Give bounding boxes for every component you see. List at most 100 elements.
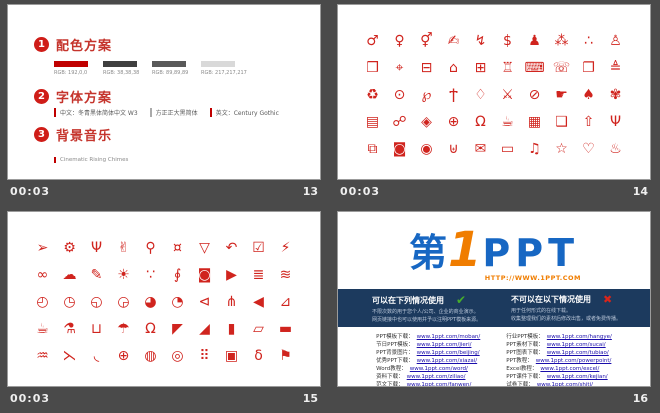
link-row: PPT教程： www.1ppt.com/powerpoint/ (506, 358, 612, 366)
link-url: www.1ppt.com/shiti/ (537, 382, 593, 387)
wifi-icon: ♒ (29, 342, 56, 369)
truck-icon: ⊞ (467, 54, 494, 81)
lock-icon: Ω (467, 108, 494, 135)
water-drops-icon: ⠿ (191, 342, 218, 369)
globe-solid-icon: ◍ (137, 342, 164, 369)
person-dollar-icon: $ (494, 27, 521, 54)
speaker-icon: ◀ (245, 288, 272, 315)
team-icon: ⁂ (548, 27, 575, 54)
cloud-download-icon: ☁ (56, 261, 83, 288)
alarm-clock-icon: ◴ (29, 288, 56, 315)
picture-frame-icon: ▣ (218, 342, 245, 369)
coffee-cup-icon: ☕ (29, 315, 56, 342)
person-location-icon: ♟ (521, 27, 548, 54)
color-swatch: RGB: 89,89,89 (152, 61, 186, 76)
battery-vertical-icon: ▮ (218, 315, 245, 342)
flame-icon: ♨ (602, 135, 629, 162)
slide-thumbnail-16[interactable]: 第 1 PPT HTTP://WWW.1PPT.COM 可以在下列情况使用 ✔ … (337, 211, 651, 387)
layers-icon: ≣ (245, 261, 272, 288)
trophy-icon: Ψ (83, 234, 110, 261)
link-row: PPT素材下载： www.1ppt.com/sucai/ (506, 342, 612, 350)
shopping-cart-icon: ⊔ (83, 315, 110, 342)
link-url: www.1ppt.com/sucai/ (547, 342, 606, 350)
slide-thumbnail-14[interactable]: ♂ ♀ ⚥ ✍ ↯ $ ♟ ⁂ ∴ ♙ ❒ ⌖ (337, 4, 651, 180)
globe-grid-icon: ⊕ (440, 108, 467, 135)
license-bullet: 不限次数的用于您个人/公司、企业的商业演示。 (372, 308, 487, 316)
eye-icon: ◉ (413, 135, 440, 162)
globe-wire-icon: ⊕ (110, 342, 137, 369)
database-icon: ≋ (272, 261, 299, 288)
link-url: www.1ppt.com/beijing/ (417, 350, 480, 358)
wallet-icon: ▭ (494, 135, 521, 162)
upload-circle-icon: ⇧ (575, 108, 602, 135)
trash-can-icon: ⊎ (440, 135, 467, 162)
camera-icon: ◙ (386, 135, 413, 162)
color-swatch: RGB: 192,0,0 (54, 61, 88, 76)
link-label: 资料下载： (376, 374, 404, 382)
license-forbidden-title: 不可以在以下情况使用 (511, 294, 591, 305)
music-row: Cinematic Rising Chimes (54, 146, 128, 165)
swatch-bar (152, 61, 186, 67)
slide-cell-13: 1 配色方案 RGB: 192,0,0 RGB: 38,38,38 RGB: 8… (0, 0, 330, 206)
music-track-name: Cinematic Rising Chimes (54, 157, 128, 163)
link-label: 试卷下载： (506, 382, 534, 387)
apple-icon: δ (245, 342, 272, 369)
logo-number-one: 1 (448, 222, 481, 278)
film-clip-icon: ▶ (218, 261, 245, 288)
no-smoking-icon: ⊘ (521, 81, 548, 108)
hand-card-icon: ☛ (548, 81, 575, 108)
magnifier-icon: ⚲ (137, 234, 164, 261)
icon-grid-business: ♂ ♀ ⚥ ✍ ↯ $ ♟ ⁂ ∴ ♙ ❒ ⌖ (359, 27, 629, 162)
folded-map-icon: ▤ (359, 108, 386, 135)
brochure-icon: ❐ (575, 54, 602, 81)
video-camera-icon: ⊲ (191, 288, 218, 315)
check-icon: ✔ (456, 294, 466, 306)
swatch-bar (201, 61, 235, 67)
star-outline-icon: ☆ (548, 135, 575, 162)
flask-icon: ⚗ (56, 315, 83, 342)
logo-di-character: 第 (409, 222, 447, 277)
key-icon: ℘ (413, 81, 440, 108)
swatch-bar (54, 61, 88, 67)
link-row: 节日PPT模板： www.1ppt.com/jieri/ (376, 342, 480, 350)
org-chart-icon: ⋔ (218, 288, 245, 315)
copy-pages-icon: ❑ (548, 108, 575, 135)
woman-icon: ♀ (386, 27, 413, 54)
scatter-nodes-icon: ∵ (137, 261, 164, 288)
people-group-icon: ⚥ (413, 27, 440, 54)
slide-cell-16: 第 1 PPT HTTP://WWW.1PPT.COM 可以在下列情况使用 ✔ … (330, 207, 660, 413)
link-row: 优秀PPT下载： www.1ppt.com/xiazai/ (376, 358, 480, 366)
shield-check-icon: ▽ (191, 234, 218, 261)
businessperson-icon: ♙ (602, 27, 629, 54)
paper-plane-outline-icon: ⊿ (272, 288, 299, 315)
link-label: Excel教程： (506, 366, 537, 374)
slide-thumbnail-13[interactable]: 1 配色方案 RGB: 192,0,0 RGB: 38,38,38 RGB: 8… (7, 4, 321, 180)
pie-chart-2-icon: ◔ (164, 288, 191, 315)
sun-icon: ☀ (110, 261, 137, 288)
section-title: 背景音乐 (56, 125, 112, 144)
megaphone-outline-icon: ◤ (164, 315, 191, 342)
list-item-font-scheme: 2 字体方案 (34, 87, 112, 106)
running-person-icon: ↯ (467, 27, 494, 54)
flag-icon: ⚑ (272, 342, 299, 369)
list-item-color-scheme: 1 配色方案 (34, 35, 112, 54)
link-label: PPT素材下载： (506, 342, 544, 350)
slide-timer: 00:03 (340, 185, 380, 198)
audience-icon: ∴ (575, 27, 602, 54)
link-row: Word教程： www.1ppt.com/word/ (376, 366, 480, 374)
logo-website-url: HTTP://WWW.1PPT.COM (485, 274, 581, 282)
undo-arrow-icon: ↶ (218, 234, 245, 261)
number-badge: 3 (34, 127, 49, 142)
umbrella-icon: ☂ (110, 315, 137, 342)
number-badge: 1 (34, 37, 49, 52)
link-label: PPT背景图片： (376, 350, 414, 358)
fax-machine-icon: ☏ (548, 54, 575, 81)
pie-chart-icon: ◕ (137, 288, 164, 315)
link-url: www.1ppt.com/xiazai/ (417, 358, 478, 366)
swatch-rgb-label: RGB: 217,217,217 (201, 70, 235, 76)
slide-thumbnail-15[interactable]: ➢ ⚙ Ψ ✌ ⚲ ¤ ▽ ↶ ☑ ⚡ ∞ ☁ (7, 211, 321, 387)
money-bag-icon: ¤ (164, 234, 191, 261)
logo-ppt-text: PPT (482, 231, 579, 275)
links-area: PPT模板下载： www.1ppt.com/moban/ 节日PPT模板： ww… (338, 334, 650, 387)
stopwatch-icon: ◶ (110, 288, 137, 315)
